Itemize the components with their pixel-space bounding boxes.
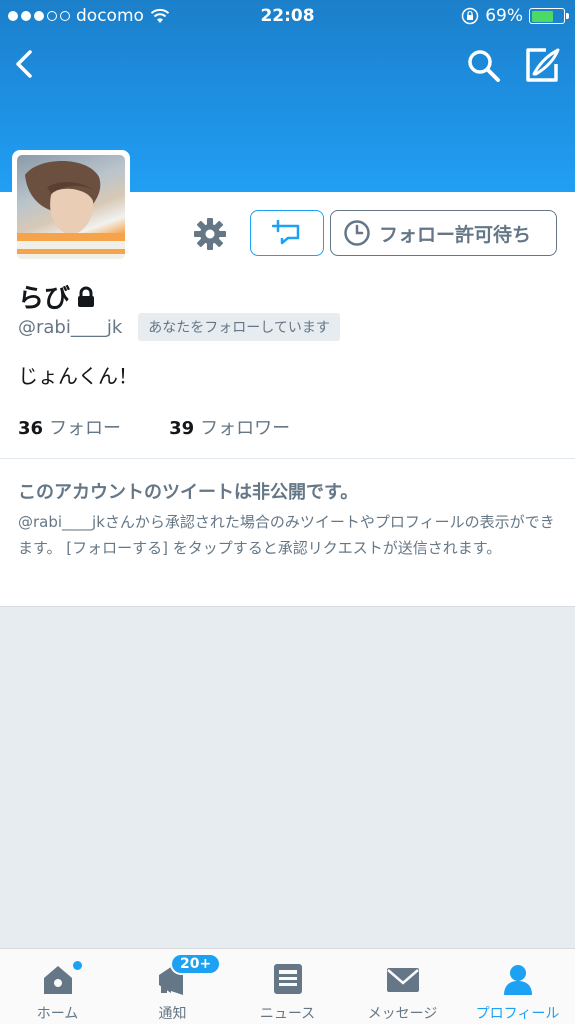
avatar-photo	[17, 155, 125, 259]
protected-notice-title: このアカウントのツイートは非公開です。	[18, 482, 359, 503]
protected-notice-body: @rabi____jkさんから承認された場合のみツイートやプロフィールの表示がで…	[18, 513, 555, 557]
tab-news[interactable]: ニュース	[230, 949, 345, 1024]
divider	[0, 458, 575, 459]
follows-you-badge: あなたをフォローしています	[138, 313, 340, 341]
lock-icon	[78, 286, 95, 307]
tab-profile[interactable]: プロフィール	[460, 949, 575, 1024]
person-icon	[503, 965, 532, 995]
follow-counts: 36 フォロー 39 フォロワー	[18, 414, 290, 440]
rotation-lock-icon	[461, 7, 479, 25]
name-row: らび	[18, 278, 96, 315]
tab-bar: ホーム 20+ 通知 ニュース メッセージ プロフィール	[0, 948, 575, 1024]
followers-number: 39	[169, 418, 195, 439]
new-message-icon	[272, 220, 300, 245]
new-content-dot	[73, 961, 82, 970]
notification-count-badge: 20+	[170, 953, 222, 975]
follow-pending-label: フォロー許可待ち	[379, 223, 532, 246]
direct-message-button[interactable]	[250, 210, 324, 256]
compose-tweet-icon[interactable]	[520, 44, 562, 86]
tab-label-news: ニュース	[259, 1006, 316, 1022]
following-number: 36	[18, 418, 44, 439]
tab-home[interactable]: ホーム	[0, 949, 115, 1024]
home-icon	[43, 966, 72, 994]
profile-bio: じょんくん！	[18, 364, 138, 388]
followers-label: フォロワー	[200, 418, 291, 439]
tab-messages[interactable]: メッセージ	[345, 949, 460, 1024]
followers-count[interactable]: 39 フォロワー	[169, 414, 290, 440]
display-name: らび	[18, 284, 71, 314]
settings-gear-icon[interactable]	[190, 214, 230, 254]
news-icon	[273, 964, 302, 994]
following-label: フォロー	[49, 418, 122, 439]
status-bar: docomo 22:08 69%	[0, 0, 575, 34]
tab-label-home: ホーム	[36, 1006, 79, 1022]
search-icon[interactable]	[464, 46, 504, 86]
tab-label-profile: プロフィール	[475, 1006, 560, 1022]
back-icon[interactable]	[8, 46, 44, 82]
battery-percent: 69%	[485, 6, 523, 26]
clock-icon	[344, 220, 370, 246]
battery-icon	[529, 8, 569, 24]
status-right: 69%	[461, 6, 569, 26]
tab-label-notifications: 通知	[158, 1006, 187, 1022]
tab-notifications[interactable]: 20+ 通知	[115, 949, 230, 1024]
username-handle: @rabi____jk	[18, 316, 123, 338]
avatar[interactable]	[12, 150, 130, 264]
tab-label-messages: メッセージ	[367, 1006, 438, 1022]
handle-row: @rabi____jk あなたをフォローしています	[18, 313, 340, 341]
follow-pending-button[interactable]: フォロー許可待ち	[330, 210, 557, 256]
mail-icon	[386, 968, 419, 992]
following-count[interactable]: 36 フォロー	[18, 414, 121, 440]
